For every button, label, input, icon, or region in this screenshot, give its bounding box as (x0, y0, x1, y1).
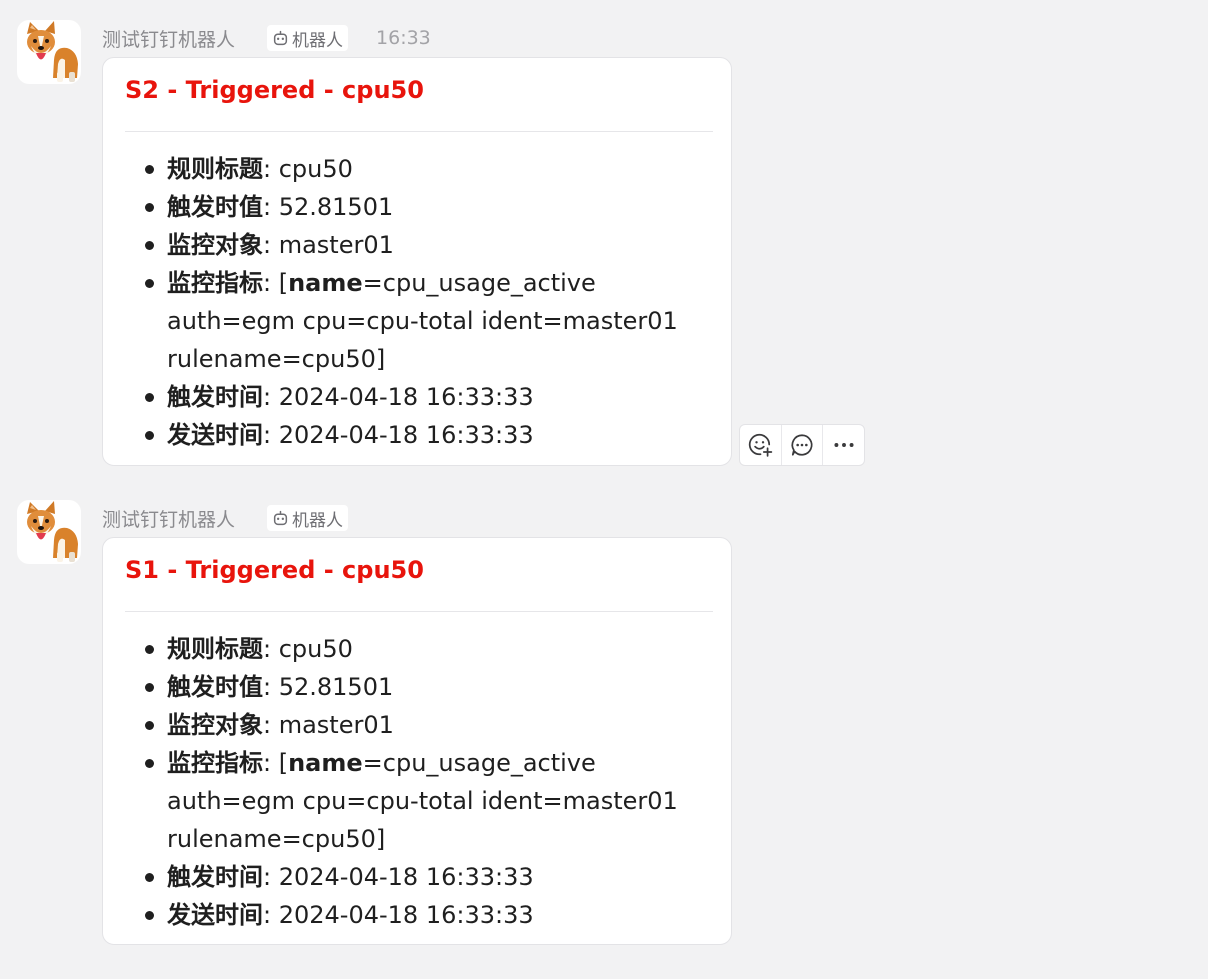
field-label: 触发时值 (167, 673, 263, 701)
field-label: 监控指标 (167, 269, 263, 297)
corgi-avatar-icon (27, 21, 78, 82)
card-title: S1 - Triggered - cpu50 (125, 556, 424, 584)
bullet (145, 165, 154, 174)
bullet (145, 431, 154, 440)
reply-icon (791, 434, 813, 456)
bot-badge: 机器人 (267, 505, 349, 531)
robot-icon (273, 30, 288, 45)
field-value: 52.81501 (278, 673, 394, 701)
reply-button[interactable] (780, 425, 823, 465)
sender-name[interactable]: 测试钉钉机器人 (102, 505, 235, 532)
field-send-time: 发送时间: 2024-04-18 16:33:33 (125, 896, 717, 934)
field-value: 2024-04-18 16:33:33 (278, 383, 534, 411)
field-separator: : (263, 673, 279, 701)
message-meta: 测试钉钉机器人 机器人 (102, 504, 349, 532)
field-separator: : (263, 901, 279, 929)
bullet (145, 721, 154, 730)
add-reaction-button[interactable] (740, 425, 781, 465)
field-trigger-value: 触发时值: 52.81501 (125, 668, 717, 706)
field-value: 52.81501 (278, 193, 394, 221)
field-separator: : [ (263, 269, 289, 297)
robot-icon (273, 510, 288, 525)
field-target: 监控对象: master01 (125, 226, 717, 264)
field-separator: : (263, 421, 279, 449)
field-label: 发送时间 (167, 421, 263, 449)
field-value-bold: name (288, 269, 363, 297)
field-value: 2024-04-18 16:33:33 (278, 421, 534, 449)
bot-badge: 机器人 (267, 25, 349, 51)
more-button[interactable] (822, 425, 864, 465)
bullet (145, 873, 154, 882)
message-time: 16:33 (376, 27, 431, 49)
field-trigger-value: 触发时值: 52.81501 (125, 188, 717, 226)
field-send-time: 发送时间: 2024-04-18 16:33:33 (125, 416, 717, 454)
message-2: 测试钉钉机器人 机器人 S1 - Triggered - cpu50 规则标题:… (0, 500, 1208, 950)
card-title: S2 - Triggered - cpu50 (125, 76, 424, 104)
field-label: 监控对象 (167, 711, 263, 739)
field-value-bold: name (288, 749, 363, 777)
field-separator: : [ (263, 749, 289, 777)
field-value: cpu50 (278, 155, 353, 183)
field-list: 规则标题: cpu50 触发时值: 52.81501 监控对象: master0… (125, 630, 717, 934)
field-label: 触发时值 (167, 193, 263, 221)
bot-badge-label: 机器人 (292, 30, 344, 51)
field-list: 规则标题: cpu50 触发时值: 52.81501 监控对象: master0… (125, 150, 717, 454)
field-separator: : (263, 635, 279, 663)
bullet (145, 393, 154, 402)
field-value: master01 (278, 711, 394, 739)
message-card[interactable]: S1 - Triggered - cpu50 规则标题: cpu50 触发时值:… (102, 537, 732, 945)
field-trigger-time: 触发时间: 2024-04-18 16:33:33 (125, 858, 717, 896)
field-value: master01 (278, 231, 394, 259)
field-label: 规则标题 (167, 155, 263, 183)
field-label: 触发时间 (167, 863, 263, 891)
card-divider (125, 131, 713, 132)
field-target: 监控对象: master01 (125, 706, 717, 744)
field-separator: : (263, 231, 279, 259)
field-value: 2024-04-18 16:33:33 (278, 863, 534, 891)
field-separator: : (263, 711, 279, 739)
field-value: cpu50 (278, 635, 353, 663)
message-meta: 测试钉钉机器人 机器人 16:33 (102, 24, 431, 52)
field-rule-title: 规则标题: cpu50 (125, 630, 717, 668)
field-label: 发送时间 (167, 901, 263, 929)
field-separator: : (263, 383, 279, 411)
message-card[interactable]: S2 - Triggered - cpu50 规则标题: cpu50 触发时值:… (102, 57, 732, 466)
field-label: 监控指标 (167, 749, 263, 777)
card-divider (125, 611, 713, 612)
field-metric: 监控指标: [name=cpu_usage_active auth=egm cp… (125, 264, 717, 378)
message-1: 测试钉钉机器人 机器人 16:33 S2 - Triggered - cpu50… (0, 20, 1208, 470)
bullet (145, 203, 154, 212)
field-label: 触发时间 (167, 383, 263, 411)
corgi-avatar-icon (27, 501, 78, 562)
avatar[interactable] (17, 20, 81, 84)
field-separator: : (263, 193, 279, 221)
bullet (145, 241, 154, 250)
bot-badge-label: 机器人 (292, 510, 344, 531)
bullet (145, 911, 154, 920)
field-separator: : (263, 863, 279, 891)
bullet (145, 645, 154, 654)
add-reaction-icon (749, 433, 773, 457)
field-metric: 监控指标: [name=cpu_usage_active auth=egm cp… (125, 744, 717, 858)
field-value: 2024-04-18 16:33:33 (278, 901, 534, 929)
field-separator: : (263, 155, 279, 183)
field-label: 监控对象 (167, 231, 263, 259)
field-rule-title: 规则标题: cpu50 (125, 150, 717, 188)
message-action-bar (739, 424, 865, 466)
bullet (145, 279, 154, 288)
avatar[interactable] (17, 500, 81, 564)
bullet (145, 683, 154, 692)
bullet (145, 759, 154, 768)
sender-name[interactable]: 测试钉钉机器人 (102, 25, 235, 52)
field-trigger-time: 触发时间: 2024-04-18 16:33:33 (125, 378, 717, 416)
more-icon (834, 443, 854, 447)
field-label: 规则标题 (167, 635, 263, 663)
